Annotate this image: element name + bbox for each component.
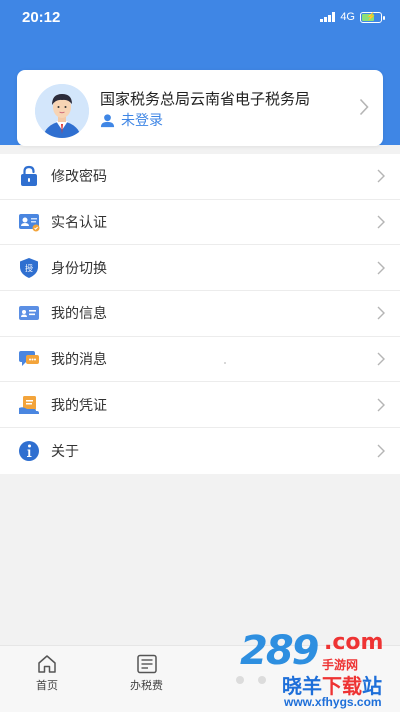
voucher-icon — [19, 395, 39, 414]
lock-icon — [21, 166, 37, 187]
user-avatar-icon — [35, 84, 89, 138]
id-card-icon — [19, 214, 40, 232]
menu-item-about[interactable]: 关于 — [0, 428, 400, 474]
info-card-icon — [19, 306, 39, 321]
user-icon — [100, 113, 115, 127]
bottom-tab-bar: 首页 办税费 — [0, 645, 400, 712]
menu-item-real-name-auth[interactable]: 实名认证 — [0, 200, 400, 246]
chevron-right-icon — [377, 352, 385, 366]
home-icon — [38, 655, 56, 673]
chevron-right-icon — [377, 261, 385, 275]
shield-icon: 授 — [20, 257, 38, 278]
menu-item-label: 我的信息 — [51, 306, 107, 323]
menu-item-label: 关于 — [51, 444, 79, 461]
message-icon — [19, 351, 39, 367]
login-status-text: 未登录 — [121, 113, 163, 129]
status-bar: 20:12 4G ⚡ — [0, 0, 400, 40]
menu-item-switch-identity[interactable]: 授 身份切换 — [0, 245, 400, 292]
menu-item-my-messages[interactable]: 我的消息 — [0, 337, 400, 383]
tab-partial-icon — [236, 676, 266, 684]
menu-item-label: 身份切换 — [51, 260, 107, 277]
tab-label: 办税费 — [130, 679, 163, 692]
status-indicators: 4G ⚡ — [320, 11, 385, 23]
menu-item-label: 实名认证 — [51, 215, 107, 232]
network-type: 4G — [340, 11, 355, 23]
battery-icon: ⚡ — [360, 11, 385, 23]
status-time: 20:12 — [22, 9, 61, 26]
menu-item-label: 我的消息 — [51, 352, 107, 369]
login-status[interactable]: 未登录 — [100, 110, 163, 130]
signal-icon — [320, 12, 336, 22]
menu-item-my-info[interactable]: 我的信息 — [0, 291, 400, 337]
chevron-right-icon — [377, 215, 385, 229]
tab-home[interactable]: 首页 — [36, 654, 58, 693]
chevron-right-icon — [359, 98, 369, 116]
svg-text:授: 授 — [25, 263, 33, 273]
settings-menu: 修改密码 实名认证 授 身份切换 我的信息 我的消息 我的凭证 关于 — [0, 154, 400, 475]
profile-card[interactable]: 国家税务总局云南省电子税务局 未登录 — [17, 70, 383, 146]
about-info-icon — [19, 441, 39, 462]
menu-item-my-vouchers[interactable]: 我的凭证 — [0, 382, 400, 429]
menu-item-label: 我的凭证 — [51, 397, 107, 414]
list-icon — [136, 654, 157, 674]
organization-name: 国家税务总局云南省电子税务局 — [100, 90, 311, 108]
stray-dot — [224, 362, 226, 364]
menu-item-label: 修改密码 — [51, 169, 107, 186]
chevron-right-icon — [377, 444, 385, 458]
tab-tax-services[interactable]: 办税费 — [130, 654, 163, 693]
menu-item-change-password[interactable]: 修改密码 — [0, 154, 400, 200]
chevron-right-icon — [377, 169, 385, 183]
chevron-right-icon — [377, 398, 385, 412]
chevron-right-icon — [377, 306, 385, 320]
tab-label: 首页 — [36, 679, 58, 692]
